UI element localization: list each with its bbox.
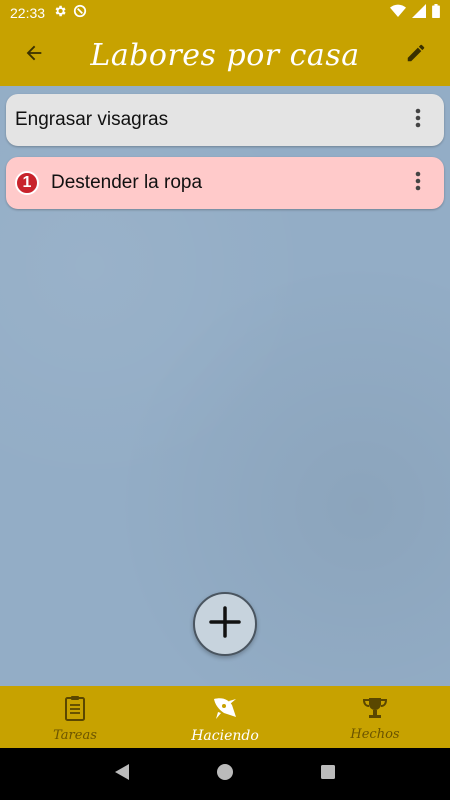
status-time: 22:33 (10, 4, 46, 21)
task-menu-button[interactable] (398, 100, 438, 140)
add-task-button[interactable] (193, 592, 257, 656)
back-button[interactable] (6, 28, 62, 84)
task-card[interactable]: Engrasar visagras (6, 94, 444, 146)
settings-gear-icon (53, 4, 67, 21)
page-title: Labores por casa (90, 38, 360, 73)
rocket-icon (212, 695, 238, 726)
square-recents-icon (320, 764, 336, 785)
nav-item-tareas[interactable]: Tareas (0, 686, 150, 748)
nav-label: Hechos (350, 727, 400, 742)
plus-icon (208, 605, 242, 644)
task-title: Destender la ropa (51, 172, 203, 193)
nav-label: Tareas (53, 728, 97, 743)
system-recents-button[interactable] (308, 754, 348, 794)
system-back-button[interactable] (102, 754, 142, 794)
system-home-button[interactable] (205, 754, 245, 794)
wifi-icon (390, 4, 406, 21)
status-bar: 22:33 (0, 0, 450, 25)
system-nav-bar (0, 748, 450, 800)
circle-status-icon (73, 4, 87, 21)
nav-item-hechos[interactable]: Hechos (300, 686, 450, 748)
edit-button[interactable] (388, 28, 444, 84)
trophy-icon (362, 696, 388, 725)
pencil-icon (405, 42, 427, 69)
circle-home-icon (216, 763, 234, 786)
more-vert-icon (415, 108, 421, 133)
task-menu-button[interactable] (398, 163, 438, 203)
task-list: Engrasar visagras 1 Destender la ropa (0, 86, 450, 686)
nav-item-haciendo[interactable]: Haciendo (150, 686, 300, 748)
app-bar: Labores por casa (0, 25, 450, 86)
task-title: Engrasar visagras (15, 109, 169, 130)
more-vert-icon (415, 171, 421, 196)
battery-icon (432, 4, 440, 21)
cellular-signal-icon (412, 4, 426, 21)
priority-badge: 1 (15, 171, 39, 195)
nav-label: Haciendo (191, 727, 259, 744)
triangle-back-icon (113, 763, 131, 786)
clipboard-icon (64, 695, 86, 726)
task-card[interactable]: 1 Destender la ropa (6, 157, 444, 209)
back-arrow-icon (23, 42, 45, 69)
bottom-nav: Tareas Haciendo Hechos (0, 686, 450, 748)
